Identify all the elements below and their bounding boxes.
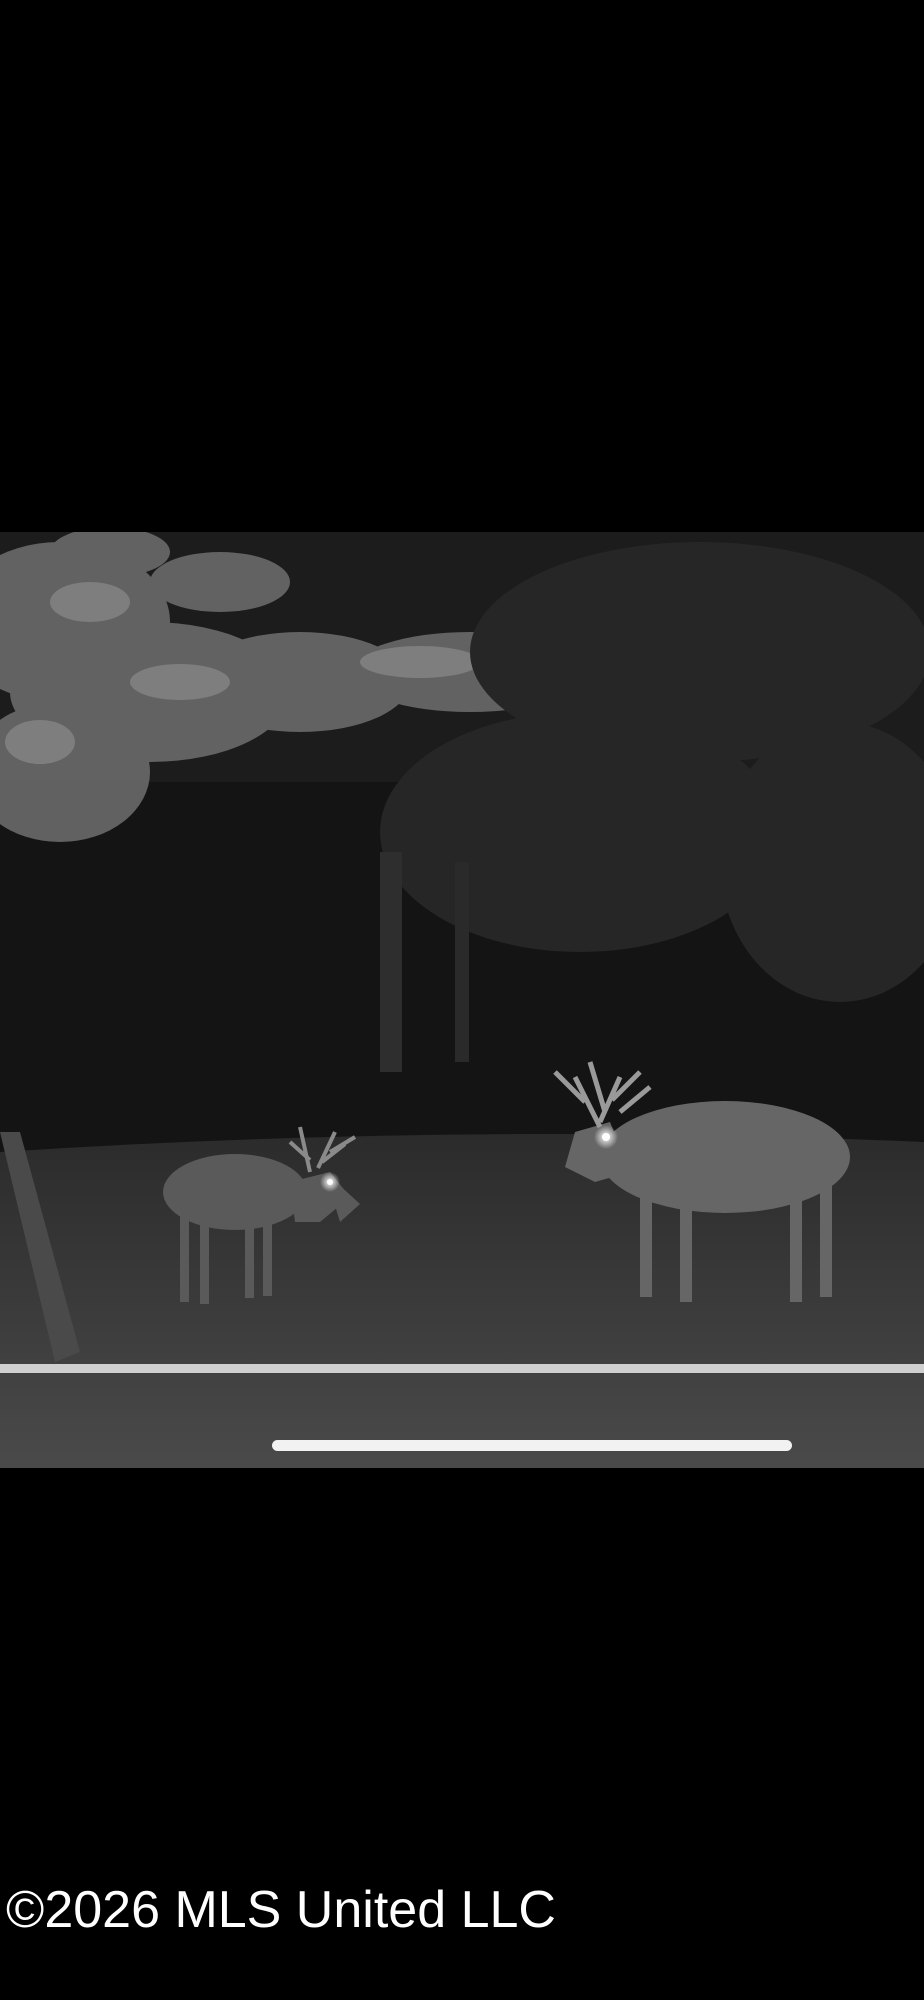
photo-scene bbox=[0, 532, 924, 1468]
home-indicator[interactable] bbox=[272, 1440, 792, 1451]
video-scrub-bar[interactable] bbox=[0, 1364, 924, 1373]
tree-trunk bbox=[455, 862, 469, 1062]
tree-trunk bbox=[380, 852, 402, 1072]
copyright-text: ©2026 MLS United LLC bbox=[6, 1881, 556, 1939]
trail-camera-photo bbox=[0, 532, 924, 1468]
